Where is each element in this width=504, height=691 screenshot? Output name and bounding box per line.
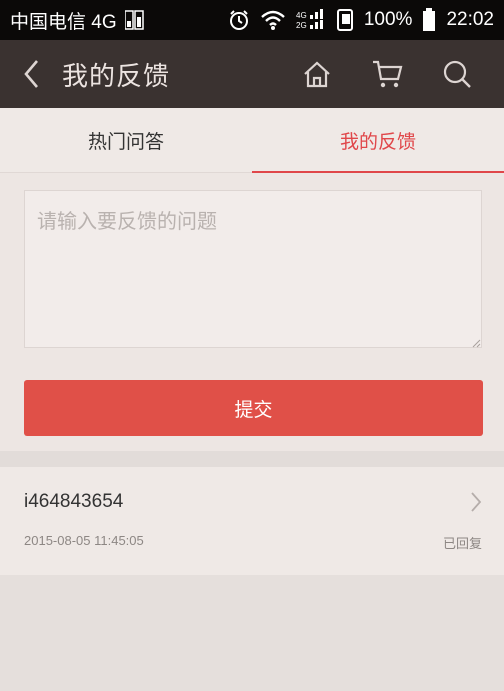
cart-button[interactable] xyxy=(352,40,422,108)
cell-signal-icon: 4G 2G xyxy=(296,9,323,30)
status-badge: 已回复 xyxy=(442,537,482,552)
search-icon xyxy=(443,60,471,88)
carrier-label: 中国电信 4G xyxy=(10,11,117,33)
cart-icon xyxy=(373,60,403,88)
search-button[interactable] xyxy=(422,40,492,108)
feedback-time: 2015-08-05 11:45:05 xyxy=(24,533,144,548)
list-item[interactable]: i464843654 2015-08-05 11:45:05 已回复 xyxy=(0,467,504,575)
page-title: 我的反馈 xyxy=(62,61,171,92)
battery-percent: 100% xyxy=(363,9,413,30)
svg-text:2G: 2G xyxy=(296,21,307,30)
chevron-right-icon xyxy=(471,492,482,512)
status-bar: 中国电信 4G 4G 2G 100% 22:02 xyxy=(0,0,504,40)
home-icon xyxy=(304,61,330,88)
sim-signal-icon xyxy=(124,10,144,30)
feedback-input[interactable] xyxy=(24,190,482,348)
back-icon xyxy=(24,60,38,88)
phone-icon xyxy=(336,9,353,31)
svg-text:4G: 4G xyxy=(296,11,307,20)
clock: 22:02 xyxy=(446,9,494,30)
resize-grip-icon[interactable] xyxy=(472,339,481,348)
tab-my-feedback[interactable]: 我的反馈 xyxy=(252,108,504,173)
battery-icon xyxy=(423,8,436,31)
home-button[interactable] xyxy=(282,40,352,108)
empty-area xyxy=(0,575,504,691)
tab-bar: 热门问答 我的反馈 xyxy=(0,108,504,173)
top-bar: 我的反馈 xyxy=(0,40,504,108)
alarm-icon xyxy=(229,10,248,30)
section-divider xyxy=(0,451,504,467)
feedback-user: i464843654 xyxy=(24,491,124,512)
tab-hot-qa[interactable]: 热门问答 xyxy=(0,108,252,172)
feedback-form: 提交 xyxy=(0,173,504,451)
submit-button[interactable]: 提交 xyxy=(24,380,483,436)
wifi-icon xyxy=(261,10,285,30)
back-button[interactable] xyxy=(0,40,62,108)
